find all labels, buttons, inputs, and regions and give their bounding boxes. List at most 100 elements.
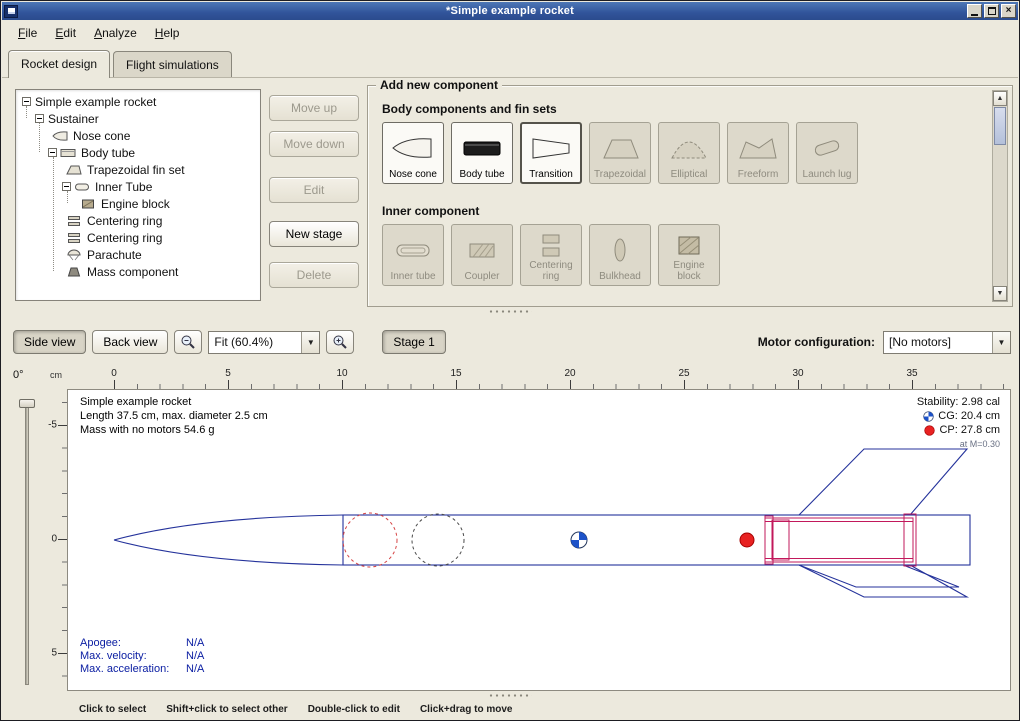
parachute-icon: [66, 249, 83, 261]
rotation-slider-track[interactable]: [25, 399, 29, 685]
section-heading-inner: Inner component: [382, 204, 479, 218]
component-tree[interactable]: Simple example rocket Sustainer Nose con…: [15, 89, 261, 301]
body-component-buttons: Nose cone Body tube Transition Trapezoid…: [382, 122, 858, 184]
apogee-value: N/A: [186, 637, 204, 650]
tree-item-trapezoidal-fin-set[interactable]: Trapezoidal fin set: [16, 161, 260, 178]
menu-help[interactable]: Help: [147, 23, 188, 43]
component-button-body-tube[interactable]: Body tube: [451, 122, 513, 184]
tree-item-parachute[interactable]: Parachute: [16, 246, 260, 263]
cp-text: CP: 27.8 cm: [939, 423, 1000, 437]
zoom-select[interactable]: Fit (60.4%) ▼: [208, 331, 320, 354]
flight-data: Apogee:N/A Max. velocity:N/A Max. accele…: [80, 637, 204, 676]
ruler-label: 30: [792, 368, 803, 379]
max-velocity-value: N/A: [186, 650, 204, 663]
design-canvas[interactable]: Simple example rocket Length 37.5 cm, ma…: [67, 389, 1011, 691]
rotation-value: 0°: [13, 369, 24, 381]
edit-button[interactable]: Edit: [269, 177, 359, 203]
menu-file[interactable]: File: [10, 23, 45, 43]
mach-text: at M=0.30: [960, 437, 1000, 451]
tree-expander-icon[interactable]: [62, 182, 71, 191]
coupler-icon: [454, 228, 510, 272]
ruler-label: -5: [48, 420, 57, 431]
component-button-inner-tube[interactable]: Inner tube: [382, 224, 444, 286]
tree-item-body-tube[interactable]: Body tube: [16, 144, 260, 161]
tree-item-rocket[interactable]: Simple example rocket: [16, 93, 260, 110]
chevron-down-icon[interactable]: ▼: [992, 332, 1010, 353]
tab-flight-simulations[interactable]: Flight simulations: [113, 51, 232, 77]
status-bar: Click to select Shift+click to select ot…: [1, 702, 1019, 717]
component-button-transition[interactable]: Transition: [520, 122, 582, 184]
scrollbar-thumb[interactable]: [994, 107, 1006, 145]
component-button-engine-block[interactable]: Engine block: [658, 224, 720, 286]
close-button[interactable]: ×: [1001, 4, 1016, 18]
zoom-in-icon: [332, 334, 348, 350]
delete-button[interactable]: Delete: [269, 262, 359, 288]
new-stage-button[interactable]: New stage: [269, 221, 359, 247]
horizontal-ruler: 0 5 10 15 20 25 30 35: [67, 367, 1011, 389]
tree-item-centering-ring-1[interactable]: Centering ring: [16, 212, 260, 229]
scroll-down-icon[interactable]: ▼: [993, 286, 1007, 301]
component-button-trapezoidal[interactable]: Trapezoidal: [589, 122, 651, 184]
tree-item-mass-component[interactable]: Mass component: [16, 263, 260, 280]
tree-expander-icon[interactable]: [22, 97, 31, 106]
inner-tube-icon: [385, 228, 441, 272]
zoom-in-button[interactable]: [326, 330, 354, 354]
transition-icon: [523, 126, 579, 170]
cg-text: CG: 20.4 cm: [938, 409, 1000, 423]
scroll-up-icon[interactable]: ▲: [993, 91, 1007, 106]
stage-1-toggle[interactable]: Stage 1: [382, 330, 445, 354]
rotation-slider-thumb[interactable]: [19, 399, 35, 408]
hint-click-drag: Click+drag to move: [420, 704, 513, 715]
side-view-button[interactable]: Side view: [13, 330, 86, 354]
nose-cone-icon: [52, 130, 69, 142]
tree-item-engine-block[interactable]: Engine block: [16, 195, 260, 212]
bottom-splitter[interactable]: [1, 692, 1019, 699]
panel-title: Add new component: [376, 78, 502, 92]
cg-marker: [571, 532, 587, 548]
mass-component-icon: [66, 266, 83, 278]
ruler-unit: cm: [45, 367, 67, 389]
minimize-button[interactable]: [967, 4, 982, 18]
tree-expander-icon[interactable]: [35, 114, 44, 123]
body-tube-icon: [454, 126, 510, 170]
chevron-down-icon[interactable]: ▼: [301, 332, 319, 353]
bulkhead-icon: [592, 228, 648, 272]
component-button-nose-cone[interactable]: Nose cone: [382, 122, 444, 184]
tree-item-centering-ring-2[interactable]: Centering ring: [16, 229, 260, 246]
tab-rocket-design[interactable]: Rocket design: [8, 50, 110, 78]
centering-ring-icon: [66, 232, 83, 244]
max-velocity-label: Max. velocity:: [80, 650, 186, 663]
tree-item-sustainer[interactable]: Sustainer: [16, 110, 260, 127]
menu-bar: File Edit Analyze Help: [2, 20, 1018, 45]
horizontal-splitter[interactable]: [1, 308, 1019, 315]
menu-edit[interactable]: Edit: [47, 23, 84, 43]
tree-expander-icon[interactable]: [48, 148, 57, 157]
motor-config-select[interactable]: [No motors] ▼: [883, 331, 1011, 354]
hint-double-click: Double-click to edit: [308, 704, 400, 715]
component-panel-scrollbar[interactable]: ▲ ▼: [992, 90, 1008, 302]
component-button-freeform[interactable]: Freeform: [727, 122, 789, 184]
launch-lug-icon: [799, 126, 855, 170]
component-button-coupler[interactable]: Coupler: [451, 224, 513, 286]
maximize-button[interactable]: [984, 4, 999, 18]
component-button-launch-lug[interactable]: Launch lug: [796, 122, 858, 184]
motor-config-label: Motor configuration:: [758, 335, 875, 349]
back-view-button[interactable]: Back view: [92, 330, 168, 354]
tree-item-nose-cone[interactable]: Nose cone: [16, 127, 260, 144]
component-button-bulkhead[interactable]: Bulkhead: [589, 224, 651, 286]
title-bar[interactable]: *Simple example rocket ×: [2, 2, 1018, 20]
centering-ring-icon: [523, 228, 579, 261]
ruler-label: 15: [450, 368, 461, 379]
move-up-button[interactable]: Move up: [269, 95, 359, 121]
rocket-length-text: Length 37.5 cm, max. diameter 2.5 cm: [80, 410, 268, 422]
app-icon[interactable]: [4, 5, 18, 18]
zoom-out-button[interactable]: [174, 330, 202, 354]
component-button-elliptical[interactable]: Elliptical: [658, 122, 720, 184]
tree-item-inner-tube[interactable]: Inner Tube: [16, 178, 260, 195]
component-button-centering-ring[interactable]: Centering ring: [520, 224, 582, 286]
move-down-button[interactable]: Move down: [269, 131, 359, 157]
menu-analyze[interactable]: Analyze: [86, 23, 145, 43]
max-acceleration-value: N/A: [186, 663, 204, 676]
rotation-control: 0°: [7, 367, 45, 693]
ruler-label: 5: [51, 648, 57, 659]
